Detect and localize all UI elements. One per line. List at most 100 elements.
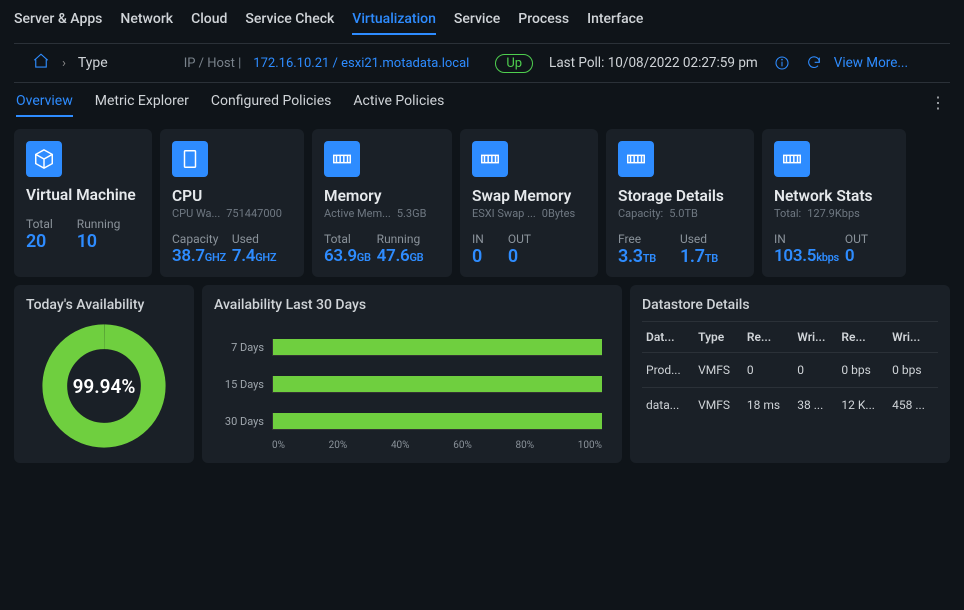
col-header[interactable]: Re... [743, 322, 793, 353]
stat-value: 38.7GHZ [172, 246, 226, 266]
stat-value: 10 [77, 231, 121, 252]
refresh-icon[interactable] [798, 55, 822, 71]
card-virtual-machine: Virtual Machine Total20 Running10 [14, 129, 152, 277]
bar-label: 7 Days [222, 341, 272, 354]
nav-service-check[interactable]: Service Check [245, 11, 334, 35]
nav-network[interactable]: Network [120, 11, 173, 35]
nav-process[interactable]: Process [518, 11, 569, 35]
stat-label: IN [774, 232, 839, 246]
table-row[interactable]: Prod...VMFS 00 0 bps0 bps [642, 353, 938, 388]
bar-fill [273, 339, 602, 355]
card-title: Swap Memory [472, 187, 586, 205]
panel-today-availability: Today's Availability 99.94% [14, 285, 194, 463]
cube-icon [26, 141, 62, 177]
stat-label: Total [26, 217, 53, 231]
memory-icon [472, 141, 508, 177]
stat-label: Used [232, 232, 276, 246]
nav-service[interactable]: Service [454, 11, 500, 35]
breadcrumb-host-value[interactable]: 172.16.10.21 / esxi21.motadata.local [253, 56, 469, 71]
card-title: Virtual Machine [26, 187, 140, 205]
stat-label: Running [377, 232, 424, 246]
panel-datastore: Datastore Details Dat... Type Re... Wri.… [630, 285, 950, 463]
bar-label: 30 Days [222, 415, 272, 428]
view-more-link[interactable]: View More... [834, 55, 908, 71]
availability-bar-chart: 7 Days 15 Days 30 Days 0% 20% 40% 60% 80… [214, 321, 610, 451]
memory-icon [618, 141, 654, 177]
card-title: CPU [172, 187, 292, 205]
card-network: Network Stats Total:127.9Kbps IN103.5kbp… [762, 129, 906, 277]
table-header-row: Dat... Type Re... Wri... Re... Wri... [642, 322, 938, 353]
card-subtitle: Active Mem...5.3GB [324, 207, 440, 220]
panel-title: Datastore Details [642, 297, 938, 313]
stat-cards-row: Virtual Machine Total20 Running10 CPU CP… [14, 129, 950, 277]
chart-x-axis: 0% 20% 40% 60% 80% 100% [222, 440, 602, 451]
card-title: Storage Details [618, 187, 742, 205]
donut-value: 99.94% [73, 375, 136, 398]
col-header[interactable]: Dat... [642, 322, 694, 353]
bar-fill [273, 413, 602, 429]
datastore-table: Dat... Type Re... Wri... Re... Wri... Pr… [642, 321, 938, 422]
card-title: Memory [324, 187, 440, 205]
nav-server-apps[interactable]: Server & Apps [14, 11, 102, 35]
stat-value: 47.6GB [377, 246, 424, 266]
card-subtitle: Total:127.9Kbps [774, 207, 894, 220]
memory-icon [774, 141, 810, 177]
stat-value: 0 [845, 246, 868, 266]
stat-value: 3.3TB [618, 246, 656, 267]
card-swap-memory: Swap Memory ESXI Swap ...0Bytes IN0 OUT0 [460, 129, 598, 277]
tab-metric-explorer[interactable]: Metric Explorer [95, 93, 189, 117]
stat-label: Total [324, 232, 371, 246]
card-title: Network Stats [774, 187, 894, 205]
table-row[interactable]: data...VMFS 18 ms38 ... 12 K...458 ... [642, 388, 938, 423]
card-memory: Memory Active Mem...5.3GB Total63.9GB Ru… [312, 129, 452, 277]
chevron-right-icon: › [62, 56, 66, 71]
bottom-panels-row: Today's Availability 99.94% Availability… [14, 285, 950, 463]
stat-label: Running [77, 217, 121, 231]
card-subtitle: Capacity:5.0TB [618, 207, 742, 220]
last-poll: Last Poll: 10/08/2022 02:27:59 pm [549, 55, 758, 71]
info-icon[interactable] [766, 55, 790, 71]
col-header[interactable]: Wri... [888, 322, 938, 353]
nav-cloud[interactable]: Cloud [191, 11, 227, 35]
stat-label: OUT [508, 232, 531, 246]
card-cpu: CPU CPU Wa...751447000 Capacity38.7GHZ U… [160, 129, 304, 277]
sub-nav: Overview Metric Explorer Configured Poli… [14, 83, 950, 123]
col-header[interactable]: Type [694, 322, 743, 353]
card-subtitle: CPU Wa...751447000 [172, 207, 292, 220]
stat-value: 1.7TB [680, 246, 718, 267]
bar-label: 15 Days [222, 378, 272, 391]
panel-title: Today's Availability [26, 297, 182, 313]
panel-availability-30d: Availability Last 30 Days 7 Days 15 Days… [202, 285, 622, 463]
stat-label: Free [618, 232, 656, 246]
tab-configured-policies[interactable]: Configured Policies [211, 93, 332, 117]
tab-active-policies[interactable]: Active Policies [353, 93, 444, 117]
home-icon[interactable] [32, 52, 50, 74]
col-header[interactable]: Re... [837, 322, 888, 353]
chart-bar-row: 7 Days [222, 339, 602, 356]
card-subtitle: ESXI Swap ...0Bytes [472, 207, 586, 220]
memory-icon [324, 141, 360, 177]
bar-fill [273, 376, 602, 392]
breadcrumb-host-label: IP / Host | [184, 56, 242, 71]
top-nav: Server & Apps Network Cloud Service Chec… [14, 8, 950, 43]
breadcrumb-type[interactable]: Type [78, 55, 108, 71]
stat-label: Used [680, 232, 718, 246]
nav-virtualization[interactable]: Virtualization [352, 11, 436, 35]
status-badge: Up [495, 54, 533, 73]
panel-title: Availability Last 30 Days [214, 297, 610, 313]
stat-value: 103.5kbps [774, 246, 839, 266]
chart-bar-row: 30 Days [222, 413, 602, 430]
stat-value: 7.4GHZ [232, 246, 276, 266]
stat-value: 20 [26, 231, 53, 252]
stat-label: OUT [845, 232, 868, 246]
nav-interface[interactable]: Interface [587, 11, 643, 35]
col-header[interactable]: Wri... [793, 322, 837, 353]
stat-label: Capacity [172, 232, 226, 246]
server-icon [172, 141, 208, 177]
stat-label: IN [472, 232, 484, 246]
stat-value: 0 [472, 246, 484, 267]
stat-value: 63.9GB [324, 246, 371, 266]
more-menu-icon[interactable]: ⋮ [930, 93, 946, 112]
breadcrumb-bar: › Type IP / Host | 172.16.10.21 / esxi21… [14, 43, 950, 83]
tab-overview[interactable]: Overview [16, 93, 73, 117]
